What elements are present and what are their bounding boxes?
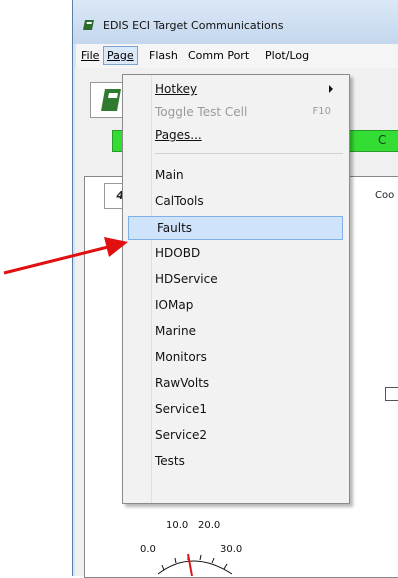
menu-item-service2[interactable]: Service2 <box>127 424 343 446</box>
menu-item-label: Tests <box>155 454 185 468</box>
menu-item-label: Service1 <box>155 402 207 416</box>
menu-separator <box>155 153 343 154</box>
menu-item-label: IOMap <box>155 298 194 312</box>
menu-item-label: HDService <box>155 272 218 286</box>
menu-item-service1[interactable]: Service1 <box>127 398 343 420</box>
menu-item-toggle-test-cell: Toggle Test Cell F10 <box>127 101 343 123</box>
menu-item-pages[interactable]: Pages... <box>127 124 343 146</box>
status-text: C <box>378 133 387 147</box>
menu-item-label: HDOBD <box>155 246 201 260</box>
menu-item-hdobd[interactable]: HDOBD <box>127 242 343 264</box>
menu-file[interactable]: File <box>78 47 102 64</box>
menu-comm-port[interactable]: Comm Port <box>185 47 252 64</box>
panel-checkbox[interactable] <box>385 387 398 401</box>
menu-item-rawvolts[interactable]: RawVolts <box>127 372 343 394</box>
menu-flash[interactable]: Flash <box>146 47 181 64</box>
menu-item-label: RawVolts <box>155 376 210 390</box>
menu-item-label: Monitors <box>155 350 207 364</box>
menu-item-label: Service2 <box>155 428 207 442</box>
menu-page-label: Page <box>107 49 134 62</box>
menu-item-tests[interactable]: Tests <box>127 450 343 472</box>
menu-item-hotkey[interactable]: Hotkey <box>127 78 343 100</box>
menu-file-label: File <box>81 49 100 62</box>
menu-item-label: Pages... <box>155 128 202 142</box>
menu-item-iomap[interactable]: IOMap <box>127 294 343 316</box>
menu-item-hdservice[interactable]: HDService <box>127 268 343 290</box>
menu-item-label: Main <box>155 168 184 182</box>
menu-plot-log[interactable]: Plot/Log <box>262 47 312 64</box>
menu-item-shortcut: F10 <box>312 106 331 117</box>
app-logo-icon <box>83 20 94 30</box>
menu-item-faults[interactable]: Faults <box>128 216 343 240</box>
menu-item-label: CalTools <box>155 194 204 208</box>
menu-item-label: Marine <box>155 324 196 338</box>
menu-bar: File Page Flash Comm Port Plot/Log <box>76 44 398 69</box>
gauge-label-20: 20.0 <box>198 520 220 531</box>
gauge-dial: 0.0 10.0 20.0 30.0 <box>140 520 242 576</box>
menu-item-marine[interactable]: Marine <box>127 320 343 342</box>
menu-item-label: Toggle Test Cell <box>155 105 248 119</box>
gauge-label-0: 0.0 <box>140 544 156 555</box>
menu-item-label: Faults <box>157 221 193 235</box>
menu-comm-port-label: Comm Port <box>188 49 250 62</box>
menu-item-caltools[interactable]: CalTools <box>127 190 343 212</box>
window-title: EDIS ECI Target Communications <box>103 19 284 32</box>
menu-flash-label: Flash <box>149 49 178 62</box>
gauge-label-30: 30.0 <box>220 544 242 555</box>
gauge-label-10: 10.0 <box>166 520 188 531</box>
menu-plot-log-label: Plot/Log <box>265 49 310 62</box>
title-bar: EDIS ECI Target Communications <box>73 0 398 44</box>
page-menu-dropdown: Hotkey Toggle Test Cell F10 Pages... Mai… <box>122 74 350 504</box>
menu-page[interactable]: Page <box>103 46 138 65</box>
gauge-needle <box>187 553 193 576</box>
menu-item-monitors[interactable]: Monitors <box>127 346 343 368</box>
menu-item-label: Hotkey <box>155 82 198 96</box>
menu-item-main[interactable]: Main <box>127 164 343 186</box>
submenu-arrow-icon <box>329 85 333 93</box>
panel-label: Coo <box>375 190 395 201</box>
